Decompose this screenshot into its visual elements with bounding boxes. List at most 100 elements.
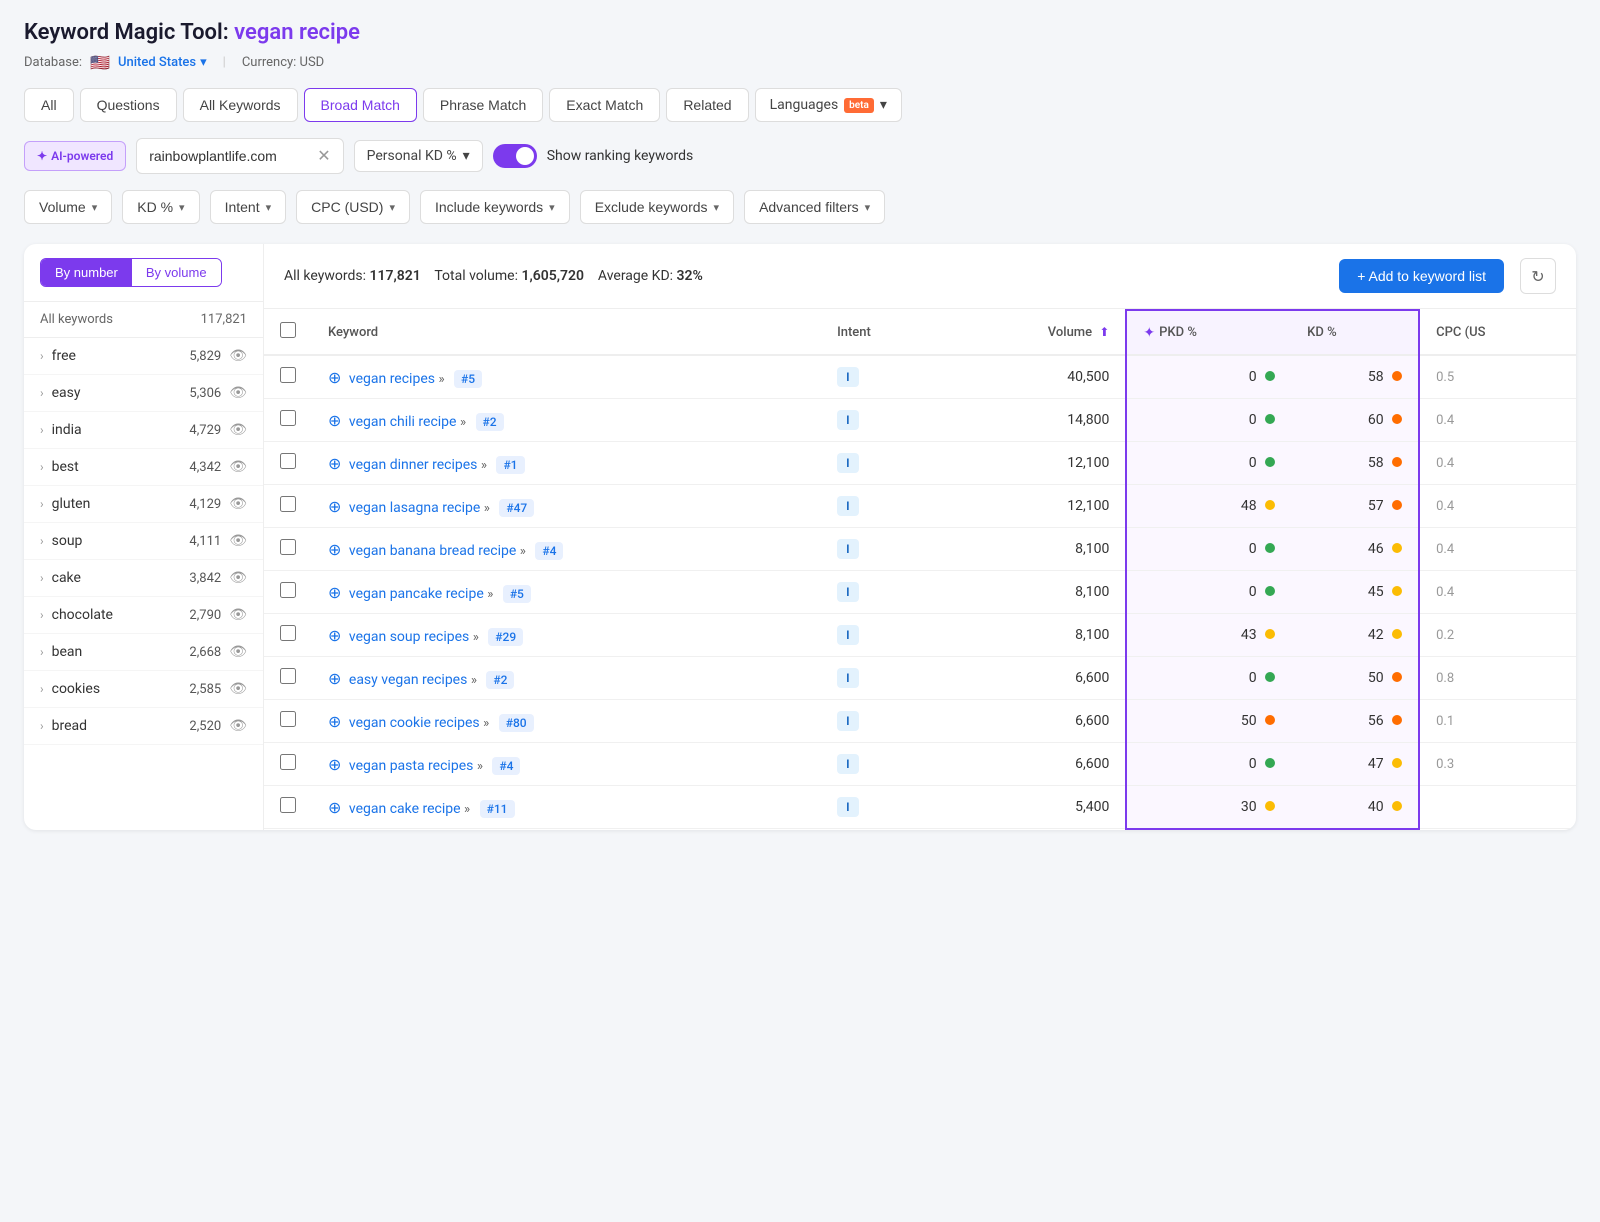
chevron-down-icon: ▾: [549, 201, 555, 214]
add-to-keyword-list-button[interactable]: + Add to keyword list: [1339, 259, 1504, 293]
sidebar-item[interactable]: › cookies 2,585 👁: [24, 671, 263, 708]
select-all-checkbox[interactable]: [280, 322, 296, 338]
by-number-button[interactable]: By number: [41, 259, 132, 286]
row-checkbox[interactable]: [280, 539, 296, 555]
eye-icon[interactable]: 👁: [229, 385, 247, 401]
keyword-link[interactable]: vegan recipes: [349, 371, 435, 387]
pkd-cell: 48: [1126, 485, 1291, 528]
keyword-link[interactable]: vegan dinner recipes: [349, 457, 477, 473]
tab-exact-match[interactable]: Exact Match: [549, 88, 660, 122]
row-checkbox[interactable]: [280, 754, 296, 770]
row-checkbox[interactable]: [280, 367, 296, 383]
row-checkbox[interactable]: [280, 410, 296, 426]
sidebar-item[interactable]: › india 4,729 👁: [24, 412, 263, 449]
country-select[interactable]: United States ▾: [118, 55, 207, 70]
tab-phrase-match[interactable]: Phrase Match: [423, 88, 543, 122]
sidebar-item[interactable]: › cake 3,842 👁: [24, 560, 263, 597]
keyword-link[interactable]: vegan pasta recipes: [349, 758, 473, 774]
row-checkbox[interactable]: [280, 797, 296, 813]
eye-icon[interactable]: 👁: [229, 607, 247, 623]
intent-cell: I: [821, 355, 946, 399]
table-row: ⊕ vegan cake recipe » #11 I 5,400 30 40: [264, 786, 1576, 829]
keyword-arrow: »: [438, 372, 444, 387]
row-checkbox[interactable]: [280, 496, 296, 512]
intent-cell: I: [821, 528, 946, 571]
eye-icon[interactable]: 👁: [229, 681, 247, 697]
eye-icon[interactable]: 👁: [229, 348, 247, 364]
kd-cell: 60: [1291, 399, 1419, 442]
sidebar-item[interactable]: › gluten 4,129 👁: [24, 486, 263, 523]
cpc-cell: 0.2: [1419, 614, 1576, 657]
chevron-down-icon: ▾: [463, 148, 470, 164]
domain-input[interactable]: [149, 148, 309, 164]
eye-icon[interactable]: 👁: [229, 459, 247, 475]
star-icon: ✦: [1143, 325, 1155, 341]
row-checkbox[interactable]: [280, 711, 296, 727]
keyword-link[interactable]: vegan pancake recipe: [349, 586, 484, 602]
sidebar-item[interactable]: › bean 2,668 👁: [24, 634, 263, 671]
refresh-button[interactable]: ↻: [1520, 258, 1556, 294]
keyword-link[interactable]: vegan cake recipe: [349, 801, 461, 817]
kd-cell: 40: [1291, 786, 1419, 829]
tab-related[interactable]: Related: [666, 88, 748, 122]
keyword-link[interactable]: vegan cookie recipes: [349, 715, 480, 731]
keyword-arrow: »: [487, 587, 493, 602]
keyword-link[interactable]: vegan lasagna recipe: [349, 500, 480, 516]
tab-all-keywords[interactable]: All Keywords: [183, 88, 298, 122]
sidebar-item[interactable]: › free 5,829 👁: [24, 338, 263, 375]
eye-icon[interactable]: 👁: [229, 644, 247, 660]
keyword-link[interactable]: vegan banana bread recipe: [349, 543, 516, 559]
keyword-link[interactable]: vegan chili recipe: [349, 414, 457, 430]
keyword-cell: ⊕ vegan cake recipe » #11: [312, 786, 821, 829]
domain-input-wrapper: ✕: [136, 138, 343, 174]
row-checkbox[interactable]: [280, 668, 296, 684]
pkd-dot: [1265, 672, 1275, 682]
tab-questions[interactable]: Questions: [80, 88, 177, 122]
sidebar-item[interactable]: › bread 2,520 👁: [24, 708, 263, 745]
volume-cell: 8,100: [946, 528, 1126, 571]
eye-icon[interactable]: 👁: [229, 496, 247, 512]
keyword-cell: ⊕ easy vegan recipes » #2: [312, 657, 821, 700]
tab-broad-match[interactable]: Broad Match: [304, 88, 417, 122]
volume-filter[interactable]: Volume ▾: [24, 190, 112, 224]
chevron-right-icon: ›: [40, 645, 44, 659]
eye-icon[interactable]: 👁: [229, 533, 247, 549]
show-ranking-toggle[interactable]: [493, 144, 537, 168]
pkd-dot: [1265, 414, 1275, 424]
cpc-filter[interactable]: CPC (USD) ▾: [296, 190, 410, 224]
sidebar-item[interactable]: › chocolate 2,790 👁: [24, 597, 263, 634]
intent-filter[interactable]: Intent ▾: [210, 190, 287, 224]
eye-icon[interactable]: 👁: [229, 570, 247, 586]
pkd-dot: [1265, 371, 1275, 381]
row-checkbox[interactable]: [280, 625, 296, 641]
tab-all[interactable]: All: [24, 88, 74, 122]
pkd-dot: [1265, 500, 1275, 510]
kd-select[interactable]: Personal KD % ▾: [354, 140, 483, 172]
tab-languages[interactable]: Languages beta ▾: [755, 88, 902, 122]
row-checkbox[interactable]: [280, 453, 296, 469]
advanced-filters-button[interactable]: Advanced filters ▾: [744, 190, 885, 224]
sidebar-item[interactable]: › best 4,342 👁: [24, 449, 263, 486]
kd-dot: [1392, 672, 1402, 682]
kd-filter[interactable]: KD % ▾: [122, 190, 199, 224]
keyword-link[interactable]: vegan soup recipes: [349, 629, 469, 645]
sidebar: By number By volume All keywords 117,821…: [24, 244, 264, 830]
row-checkbox-cell: [264, 614, 312, 657]
sidebar-item-label: cake: [52, 570, 81, 586]
sidebar-item-count: 4,729: [189, 423, 221, 438]
include-filter[interactable]: Include keywords ▾: [420, 190, 570, 224]
eye-icon[interactable]: 👁: [229, 718, 247, 734]
row-checkbox[interactable]: [280, 582, 296, 598]
eye-icon[interactable]: 👁: [229, 422, 247, 438]
kd-dot: [1392, 371, 1402, 381]
kd-dot: [1392, 629, 1402, 639]
exclude-filter[interactable]: Exclude keywords ▾: [580, 190, 734, 224]
main-content: By number By volume All keywords 117,821…: [24, 244, 1576, 830]
sidebar-item[interactable]: › easy 5,306 👁: [24, 375, 263, 412]
by-volume-button[interactable]: By volume: [132, 259, 221, 286]
clear-domain-button[interactable]: ✕: [317, 146, 330, 166]
volume-cell: 6,600: [946, 657, 1126, 700]
sidebar-item-count: 2,520: [189, 719, 221, 734]
sidebar-item[interactable]: › soup 4,111 👁: [24, 523, 263, 560]
keyword-link[interactable]: easy vegan recipes: [349, 672, 467, 688]
